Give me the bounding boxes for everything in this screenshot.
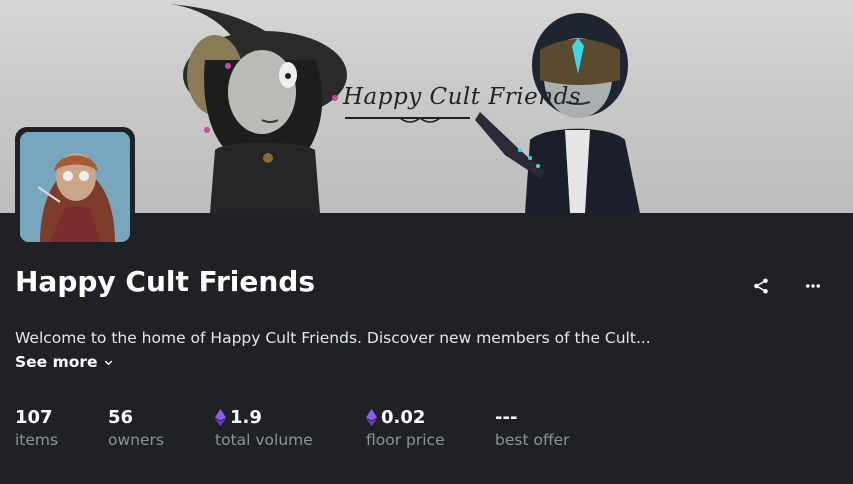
stat-floor-price[interactable]: 0.02 floor price	[366, 405, 445, 449]
stat-label: owners	[108, 431, 164, 449]
see-more-label: See more	[15, 353, 98, 371]
share-button[interactable]	[746, 271, 776, 301]
stat-label: items	[15, 431, 59, 449]
more-options-button[interactable]	[798, 271, 828, 301]
stat-items[interactable]: 107 items	[15, 405, 59, 450]
share-icon	[754, 278, 768, 294]
stat-total-volume[interactable]: 1.9 total volume	[215, 405, 313, 449]
eth-icon	[215, 408, 226, 426]
stat-label: total volume	[215, 431, 313, 449]
eth-icon	[366, 408, 377, 426]
stat-value: 1.9	[230, 406, 262, 428]
avatar-artwork	[20, 132, 130, 242]
masked-character	[475, 13, 640, 213]
stat-value: 0.02	[381, 406, 426, 428]
stat-value: 56	[108, 406, 134, 428]
stat-label: floor price	[366, 431, 445, 449]
more-horizontal-icon	[806, 284, 820, 288]
stat-label: best offer	[495, 431, 570, 449]
stat-value: ---	[495, 406, 518, 428]
collection-avatar[interactable]	[15, 127, 135, 247]
chevron-down-icon	[104, 360, 112, 365]
banner-title: Happy Cult Friends	[343, 84, 582, 110]
stat-value: 107	[15, 406, 53, 428]
stat-best-offer[interactable]: --- best offer	[495, 405, 570, 450]
collection-description: Welcome to the home of Happy Cult Friend…	[15, 329, 651, 347]
collection-title: Happy Cult Friends	[15, 265, 316, 298]
see-more-button[interactable]: See more	[15, 353, 114, 371]
witch-character	[170, 4, 347, 213]
stat-owners[interactable]: 56 owners	[108, 405, 164, 450]
